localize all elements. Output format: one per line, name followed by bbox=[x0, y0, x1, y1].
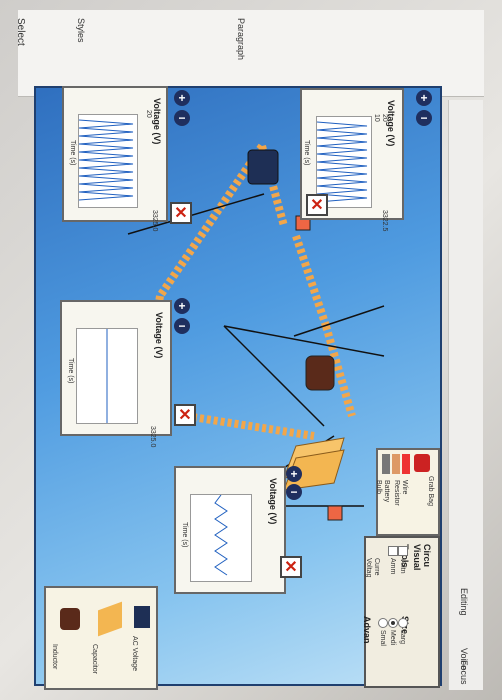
zoom-in-button-3[interactable]: + bbox=[174, 298, 190, 314]
zoom-in-button-1[interactable]: + bbox=[416, 90, 432, 106]
x-tick-3: 3325.0 bbox=[149, 426, 156, 448]
wire-icon[interactable] bbox=[402, 454, 410, 474]
circuit-header: Circu bbox=[422, 544, 432, 568]
close-chart-button-2[interactable]: ✕ bbox=[170, 202, 192, 224]
size-medium-radio[interactable] bbox=[388, 618, 398, 628]
probe-lead-6 bbox=[293, 305, 385, 337]
word-ribbon: Paragraph Styles Select bbox=[15, 10, 484, 97]
voltage-label: Voltag bbox=[365, 558, 372, 578]
x-axis-label-4: Time (s) bbox=[181, 522, 188, 548]
voltage-chart-panel-2[interactable]: Voltage (V) 20 Time (s) 3325.0 bbox=[62, 86, 168, 231]
voltage-chart-plot-3 bbox=[76, 328, 138, 424]
wire-segment-5 bbox=[292, 234, 330, 328]
probe-lead-3 bbox=[223, 325, 385, 357]
resistor-label: Resistor bbox=[393, 480, 400, 506]
zoom-in-button-2[interactable]: + bbox=[174, 90, 190, 106]
resistor-junction-2 bbox=[327, 505, 343, 521]
voltage-chart-panel-4[interactable]: Voltage (V) Time (s) bbox=[174, 466, 286, 594]
wire-segment-3 bbox=[185, 412, 315, 440]
ac-voltage-label: AC Voltage bbox=[131, 636, 138, 672]
select-button[interactable]: Select bbox=[15, 18, 26, 46]
editing-group-label: Editing bbox=[459, 588, 469, 616]
zoom-out-button-2[interactable]: − bbox=[174, 110, 190, 126]
x-tick-2: 3325.0 bbox=[151, 210, 158, 232]
voltage-chart-title-4: Voltage (V) bbox=[268, 478, 278, 525]
zoom-out-button-4[interactable]: − bbox=[286, 484, 302, 500]
grab-bag-icon[interactable] bbox=[414, 454, 430, 472]
x-tick-1: 3322.5 bbox=[381, 210, 388, 232]
current-label: Curre bbox=[373, 558, 380, 576]
zoom-in-button-4[interactable]: + bbox=[286, 466, 302, 482]
close-chart-button-4[interactable]: ✕ bbox=[280, 556, 302, 578]
y-tick-2: 10 bbox=[373, 114, 380, 122]
x-axis-label-2: Time (s) bbox=[69, 140, 76, 166]
zoom-out-button-3[interactable]: − bbox=[174, 318, 190, 334]
size-large-radio[interactable] bbox=[398, 618, 408, 628]
voltage-chart-plot-2 bbox=[78, 114, 138, 208]
zoom-out-button-1[interactable]: − bbox=[416, 110, 432, 126]
component-drawer: AC Voltage Capacitor Inductor bbox=[44, 586, 158, 690]
battery-icon[interactable] bbox=[382, 454, 390, 474]
y-tick-3: 20 bbox=[145, 110, 152, 118]
voltmeter-checkbox[interactable] bbox=[398, 546, 408, 556]
bulb-label: Bulb bbox=[375, 480, 382, 495]
battery-label: Battery bbox=[383, 480, 390, 503]
size-medium-label: Medi bbox=[389, 630, 396, 646]
advanced-header[interactable]: Advan bbox=[362, 616, 372, 644]
voltage-chart-title-2: Voltage (V) bbox=[152, 98, 162, 145]
x-axis-label-3: Time (s) bbox=[67, 358, 74, 384]
close-chart-button-3[interactable]: ✕ bbox=[174, 404, 196, 426]
component-palette: Grab Bag Wire Resistor Battery Bulb bbox=[375, 448, 440, 536]
visual-header: Visual bbox=[412, 544, 422, 571]
capacitor-label: Capacitor bbox=[91, 644, 98, 674]
inductor-component bbox=[305, 355, 335, 391]
styles-group-label: Styles bbox=[76, 18, 86, 43]
right-control-panel: Circu Visual Tools Voltn Amm Curre Volta… bbox=[362, 536, 440, 688]
x-axis-label-1: Time (s) bbox=[303, 140, 310, 166]
voltmeter-label: Voltn bbox=[399, 558, 406, 574]
voltage-chart-title-3: Voltage (V) bbox=[154, 312, 164, 359]
ac-voltage-source bbox=[247, 149, 279, 185]
ammeter-checkbox[interactable] bbox=[388, 546, 398, 556]
grab-bag-label: Grab Bag bbox=[427, 476, 434, 506]
paragraph-group-label: Paragraph bbox=[236, 18, 246, 61]
close-chart-button-1[interactable]: ✕ bbox=[306, 194, 328, 216]
wire-label: Wire bbox=[401, 480, 408, 495]
voltage-chart-plot-4 bbox=[190, 494, 252, 582]
inductor-label: Inductor bbox=[51, 644, 58, 670]
size-small-label: Smal bbox=[379, 630, 386, 646]
size-large-label: Larg bbox=[399, 630, 406, 645]
capacitor-icon[interactable] bbox=[98, 601, 122, 637]
resistor-icon[interactable] bbox=[392, 454, 400, 474]
ac-voltage-icon[interactable] bbox=[134, 606, 150, 628]
y-tick-1: 20 bbox=[381, 114, 388, 122]
voltage-chart-title-1: Voltage (V) bbox=[386, 100, 396, 147]
size-small-radio[interactable] bbox=[378, 618, 388, 628]
inductor-icon[interactable] bbox=[60, 608, 80, 630]
ribbon-side-strip: Editing Voice Focus bbox=[448, 100, 483, 690]
voltage-chart-panel-3[interactable]: Voltage (V) Time (s) 3325.0 bbox=[60, 300, 172, 447]
focus-button[interactable]: Focus bbox=[459, 660, 469, 685]
ammeter-label: Amm bbox=[389, 558, 396, 575]
